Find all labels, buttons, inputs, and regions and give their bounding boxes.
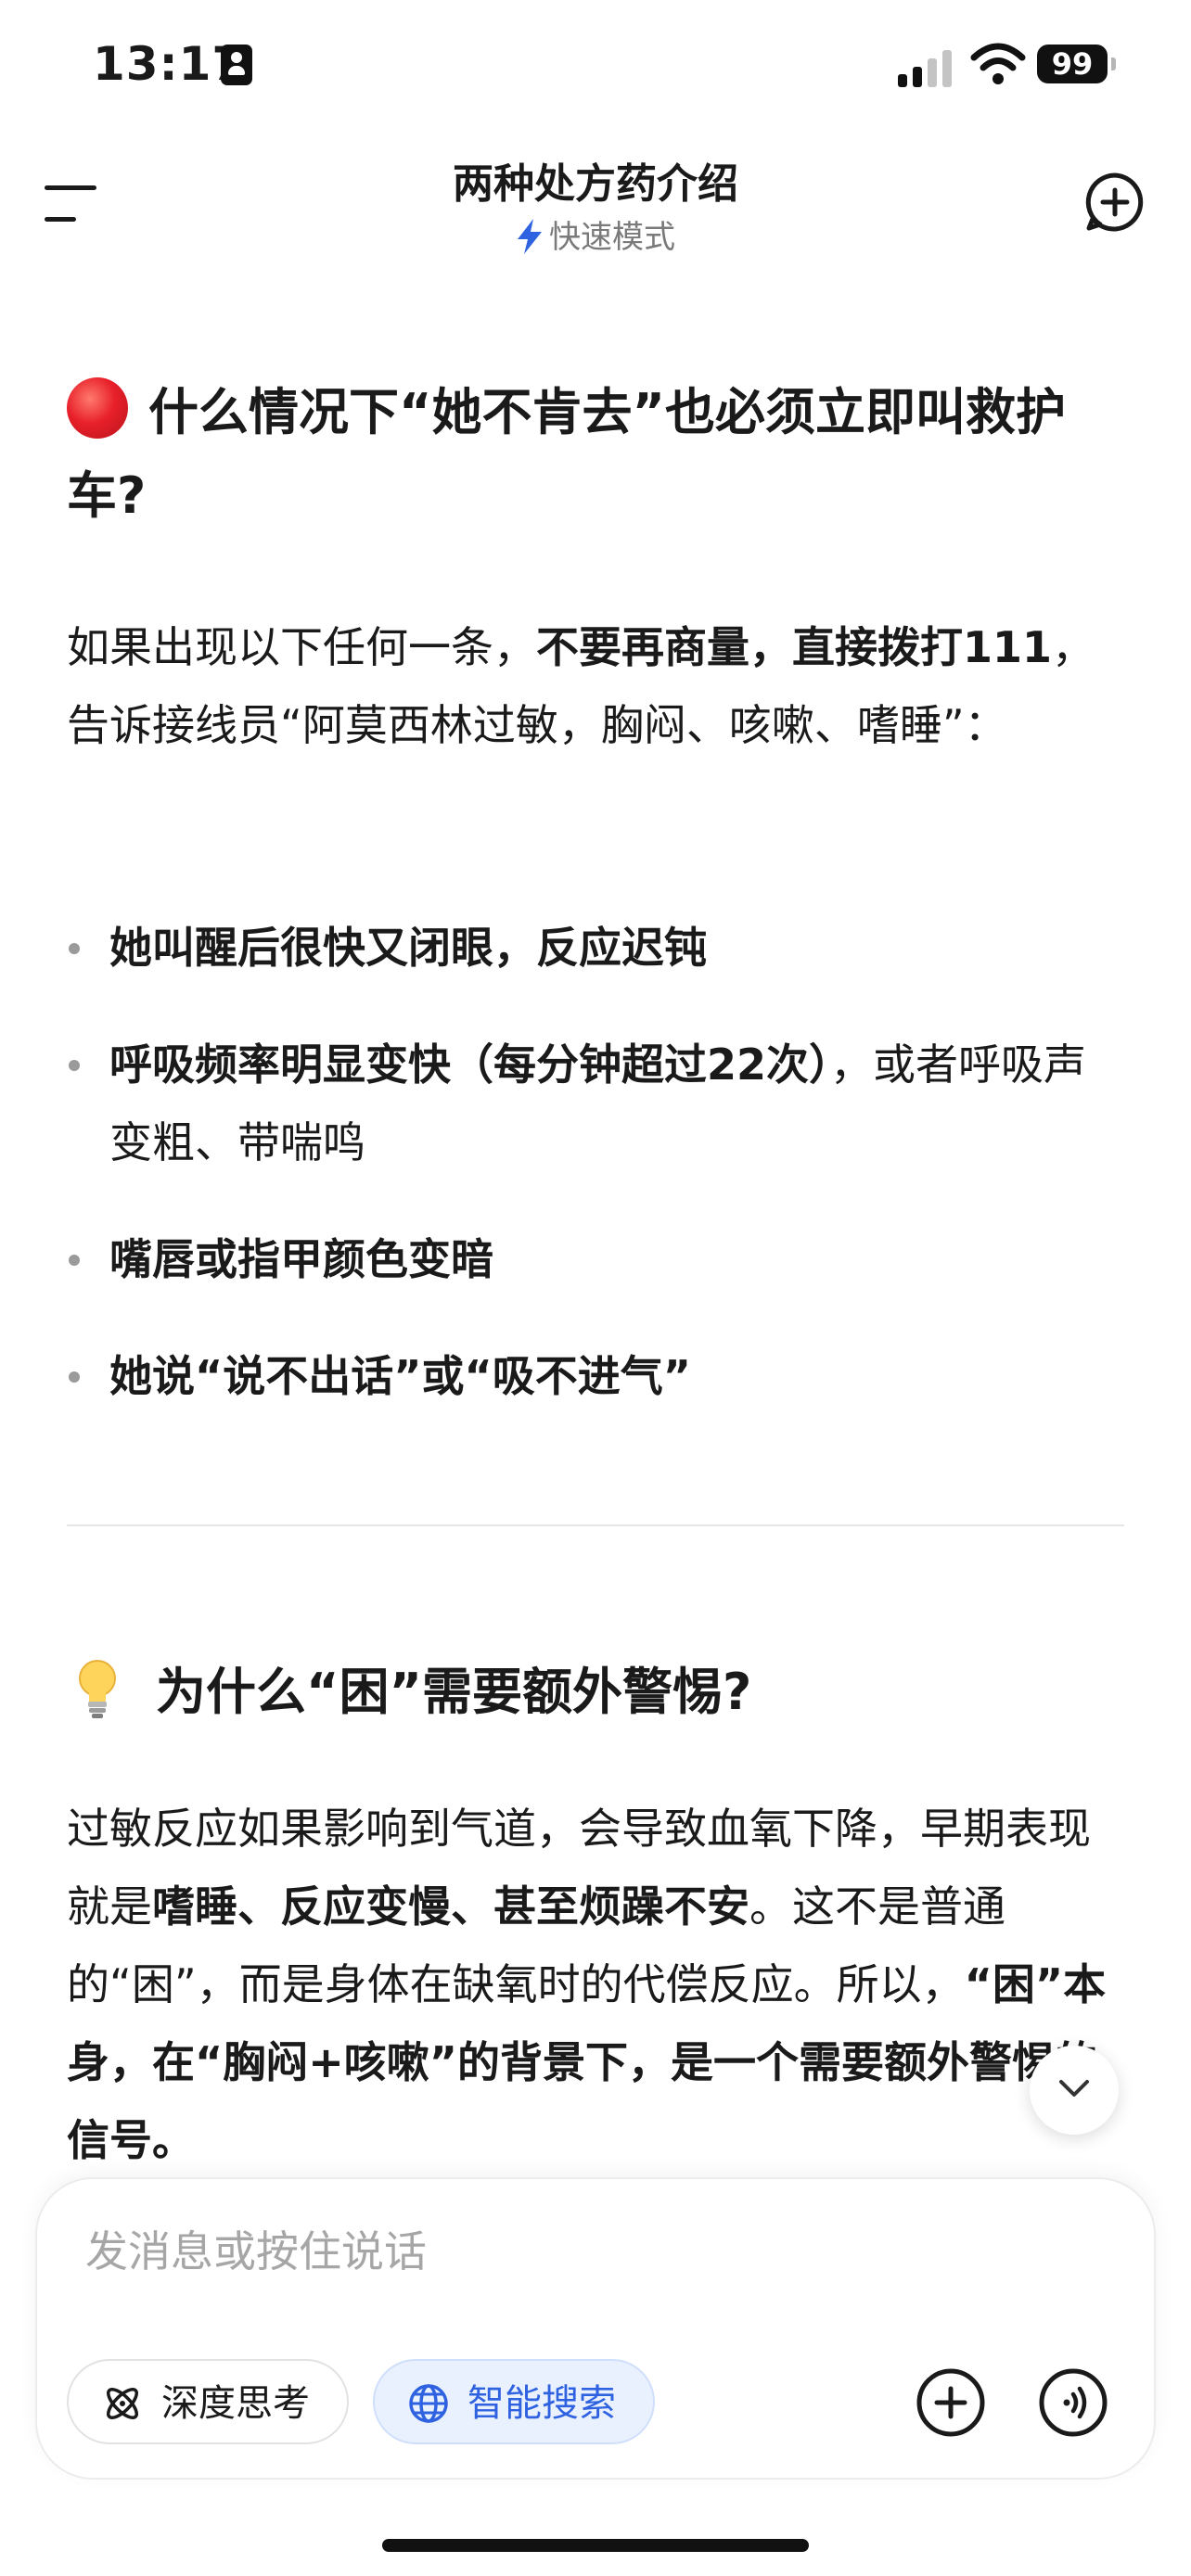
- add-attachment-button[interactable]: [915, 2366, 987, 2439]
- conversation-title: 两种处方药介绍: [453, 160, 738, 208]
- globe-icon: [409, 2384, 448, 2423]
- section-body: 过敏反应如果影响到气道，会导致血氧下降，早期表现就是嗜睡、反应变慢、甚至烦躁不安…: [67, 1804, 1107, 2165]
- scroll-down-button[interactable]: [1030, 2046, 1119, 2135]
- light-bulb-icon: [79, 1660, 116, 1718]
- divider: [67, 1524, 1124, 1526]
- list-item: 呼吸频率明显变快（每分钟超过22次），或者呼吸声变粗、带喘鸣: [67, 1026, 1124, 1181]
- battery-icon: 99: [1037, 45, 1116, 83]
- cellular-signal-icon: [898, 48, 954, 87]
- section-intro: 如果出现以下任何一条，不要再商量，直接拨打111，告诉接线员“阿莫西林过敏，胸闷…: [67, 622, 1095, 750]
- list-item: 她说“说不出话”或“吸不进气”: [67, 1337, 1124, 1415]
- section-heading: 什么情况下“她不肯去”也必须立即叫救护车?: [67, 371, 1124, 538]
- focus-person-icon: [221, 45, 252, 85]
- section-heading: 为什么“困”需要额外警惕?: [67, 1651, 1124, 1734]
- atom-icon: [107, 2388, 138, 2419]
- mode-label: 快速模式: [549, 219, 675, 256]
- list-item: 嘴唇或指甲颜色变暗: [67, 1220, 1124, 1298]
- new-chat-button[interactable]: [1083, 171, 1146, 234]
- mode-indicator[interactable]: 快速模式: [0, 211, 1191, 257]
- status-bar: 13:17 99: [0, 0, 1191, 139]
- smart-search-button[interactable]: 智能搜索: [373, 2359, 655, 2444]
- wifi-icon: [970, 43, 1026, 84]
- list-item: 她叫醒后很快又闭眼，反应迟钝: [67, 909, 1124, 987]
- home-indicator: [382, 2539, 809, 2552]
- message-input[interactable]: [85, 2224, 920, 2279]
- deep-think-button[interactable]: 深度思考: [67, 2359, 349, 2444]
- red-circle-icon: [67, 377, 128, 439]
- voice-input-button[interactable]: [1037, 2366, 1109, 2439]
- lightning-icon: [518, 219, 542, 254]
- chevron-down-icon: [1059, 2080, 1089, 2097]
